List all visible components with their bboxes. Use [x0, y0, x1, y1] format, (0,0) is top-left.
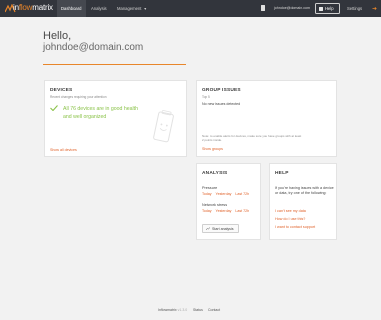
- brand-name-part-2: flow: [18, 3, 33, 12]
- sign-out-icon[interactable]: [372, 6, 377, 11]
- group-issues-title: GROUP ISSUES: [202, 88, 241, 93]
- help-button[interactable]: Help: [315, 3, 340, 14]
- help-text: If you're having issues with a device or…: [275, 186, 334, 195]
- footer-version: v1.3.0: [177, 308, 188, 312]
- footer-brand: Inflowmatrix v1.3.0: [158, 308, 187, 312]
- footer-brand-name: Inflowmatrix: [158, 308, 177, 312]
- group-issues-card: GROUP ISSUES Top 5 No new issues detecte…: [196, 80, 337, 157]
- network-yesterday-link[interactable]: Yesterday: [216, 209, 232, 213]
- network-last72h-link[interactable]: Last 72h: [235, 209, 249, 213]
- chevron-down-icon: ▼: [143, 7, 147, 11]
- happy-device-icon: [153, 110, 174, 143]
- pressure-period-links: Today Yesterday Last 72h: [202, 192, 252, 196]
- greeting-divider: [43, 64, 186, 65]
- group-issues-note: Note: to enable alerts for devices, make…: [202, 134, 302, 142]
- user-email[interactable]: johndoe@domain.com: [274, 0, 310, 17]
- network-period-links: Today Yesterday Last 72h: [202, 209, 252, 213]
- group-issues-empty: No new issues detected: [202, 102, 241, 106]
- pressure-label: Pressure: [202, 186, 218, 190]
- nav-settings[interactable]: Settings: [347, 0, 362, 17]
- show-all-devices-link[interactable]: Show all devices: [50, 148, 77, 152]
- analysis-title: ANALYSIS: [202, 171, 228, 176]
- analysis-card: ANALYSIS Pressure Today Yesterday Last 7…: [196, 163, 261, 240]
- line-chart-icon: [206, 227, 210, 230]
- network-stress-label: Network stress: [202, 203, 228, 207]
- brand-name: inflowmatrix: [13, 3, 53, 12]
- pressure-yesterday-link[interactable]: Yesterday: [216, 192, 232, 196]
- group-issues-subtitle: Top 5: [202, 95, 210, 99]
- start-analysis-label: Start analysis: [212, 227, 234, 231]
- help-title: HELP: [275, 171, 289, 176]
- nav-analysis[interactable]: Analysis: [91, 0, 107, 17]
- help-icon: [319, 6, 323, 11]
- devices-title: DEVICES: [50, 88, 73, 93]
- pressure-today-link[interactable]: Today: [202, 192, 212, 196]
- help-link-contact-support[interactable]: I want to contact support: [275, 225, 315, 229]
- pressure-last72h-link[interactable]: Last 72h: [235, 192, 249, 196]
- top-navbar: inflowmatrix Dashboard Analysis Manageme…: [0, 0, 381, 17]
- start-analysis-button[interactable]: Start analysis: [202, 224, 239, 233]
- help-link-how-to-use[interactable]: How do I use this?: [275, 217, 305, 221]
- show-groups-link[interactable]: Show groups: [202, 147, 223, 151]
- help-link-cant-see-data[interactable]: I can't see my data: [275, 209, 306, 213]
- devices-status: All 76 devices are in good health and we…: [63, 106, 138, 120]
- brand-name-part-3: matrix: [32, 3, 53, 12]
- document-icon[interactable]: [261, 5, 265, 11]
- devices-card: DEVICES Recent changes requiring your at…: [44, 80, 187, 157]
- greeting-email: johndoe@domain.com: [43, 42, 144, 53]
- checkmark-icon: [50, 105, 58, 111]
- nav-management-label: Management: [117, 6, 142, 11]
- footer-contact-link[interactable]: Contact: [208, 308, 220, 312]
- help-card: HELP If you're having issues with a devi…: [269, 163, 337, 240]
- nav-management[interactable]: Management ▼: [117, 0, 147, 17]
- footer-status-link[interactable]: Status: [193, 308, 203, 312]
- greeting-hello: Hello,: [43, 30, 72, 42]
- help-button-label: Help: [325, 6, 334, 11]
- nav-dashboard[interactable]: Dashboard: [57, 0, 86, 17]
- network-today-link[interactable]: Today: [202, 209, 212, 213]
- devices-subtitle: Recent changes requiring your attention: [50, 95, 107, 99]
